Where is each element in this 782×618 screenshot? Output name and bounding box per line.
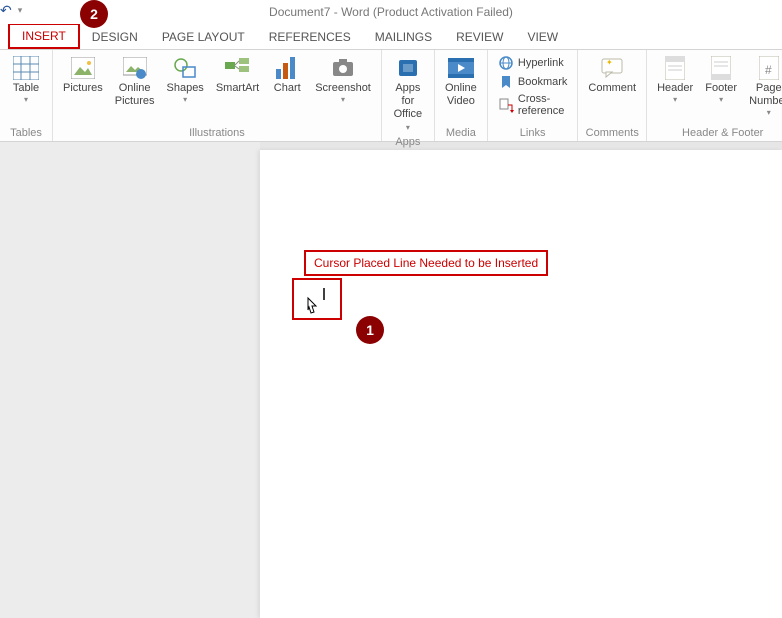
group-header-footer: Header ▾ Footer ▾ # PageNumber ▾ Header … xyxy=(647,50,782,141)
screenshot-label: Screenshot xyxy=(315,82,371,95)
group-label-header-footer: Header & Footer xyxy=(651,125,782,141)
group-label-comments: Comments xyxy=(582,125,642,141)
group-illustrations: Pictures OnlinePictures Shapes ▾ SmartAr… xyxy=(53,50,382,141)
cross-reference-icon xyxy=(498,97,514,113)
footer-icon xyxy=(705,54,737,82)
undo-icon[interactable]: ↶ xyxy=(0,2,12,19)
tab-view[interactable]: VIEW xyxy=(515,24,570,49)
group-label-illustrations: Illustrations xyxy=(57,125,377,141)
group-media: OnlineVideo Media xyxy=(435,50,488,141)
annotation-cursor-text: Cursor Placed Line Needed to be Inserted xyxy=(304,250,548,276)
cursor-icon xyxy=(302,284,332,314)
smartart-label: SmartArt xyxy=(216,82,259,95)
header-label: Header xyxy=(657,82,693,95)
document-page[interactable]: Cursor Placed Line Needed to be Inserted… xyxy=(260,150,782,618)
title-bar: ↶ ▾ Document7 - Word (Product Activation… xyxy=(0,0,782,24)
tab-references[interactable]: REFERENCES xyxy=(257,24,363,49)
tab-page-layout[interactable]: PAGE LAYOUT xyxy=(150,24,257,49)
table-label: Table xyxy=(13,82,39,95)
apps-icon xyxy=(392,54,424,82)
group-links: Hyperlink Bookmark Cross-reference Links xyxy=(488,50,579,141)
document-area: Cursor Placed Line Needed to be Inserted… xyxy=(0,142,782,618)
shapes-label: Shapes xyxy=(167,82,204,95)
online-pictures-icon xyxy=(119,54,151,82)
picture-icon xyxy=(67,54,99,82)
ribbon: Table ▾ Tables Pictures OnlinePictures S… xyxy=(0,50,782,142)
shapes-button[interactable]: Shapes ▾ xyxy=(161,52,210,104)
group-label-apps: Apps xyxy=(386,134,430,150)
cross-reference-button[interactable]: Cross-reference xyxy=(496,92,570,118)
page-number-label: PageNumber xyxy=(749,82,782,108)
tab-insert[interactable]: INSERT xyxy=(8,23,80,49)
footer-label: Footer xyxy=(705,82,737,95)
online-video-label: OnlineVideo xyxy=(445,82,477,108)
hyperlink-label: Hyperlink xyxy=(518,57,564,69)
header-button[interactable]: Header ▾ xyxy=(651,52,699,104)
smartart-icon xyxy=(222,54,254,82)
ribbon-tabs: INSERT DESIGN PAGE LAYOUT REFERENCES MAI… xyxy=(0,24,782,50)
group-tables: Table ▾ Tables xyxy=(0,50,53,141)
caret-icon: ▾ xyxy=(767,108,771,117)
tab-design[interactable]: DESIGN xyxy=(80,24,150,49)
annotation-badge-2: 2 xyxy=(80,0,108,28)
bookmark-label: Bookmark xyxy=(518,76,568,88)
smartart-button[interactable]: SmartArt xyxy=(210,52,265,95)
window-title: Document7 - Word (Product Activation Fai… xyxy=(269,5,513,19)
annotation-badge-1: 1 xyxy=(356,316,384,344)
comment-label: Comment xyxy=(588,82,636,95)
caret-icon: ▾ xyxy=(183,95,187,104)
comment-icon: ✦ xyxy=(596,54,628,82)
caret-icon: ▾ xyxy=(24,95,28,104)
cross-reference-label: Cross-reference xyxy=(518,93,568,117)
screenshot-icon xyxy=(327,54,359,82)
bookmark-icon xyxy=(498,74,514,90)
apps-for-office-button[interactable]: Apps forOffice ▾ xyxy=(386,52,430,134)
header-icon xyxy=(659,54,691,82)
hyperlink-icon xyxy=(498,55,514,71)
table-button[interactable]: Table ▾ xyxy=(4,52,48,104)
group-label-media: Media xyxy=(439,125,483,141)
group-apps: Apps forOffice ▾ Apps xyxy=(382,50,435,141)
bookmark-button[interactable]: Bookmark xyxy=(496,73,570,91)
online-pictures-button[interactable]: OnlinePictures xyxy=(109,52,161,108)
online-pictures-label: OnlinePictures xyxy=(115,82,155,108)
tab-review[interactable]: REVIEW xyxy=(444,24,515,49)
table-icon xyxy=(10,54,42,82)
apps-label: Apps forOffice ▾ xyxy=(392,82,424,134)
svg-text:✦: ✦ xyxy=(606,58,613,67)
chart-icon xyxy=(271,54,303,82)
group-label-links: Links xyxy=(492,125,574,141)
caret-icon: ▾ xyxy=(719,95,723,104)
tab-mailings[interactable]: MAILINGS xyxy=(363,24,444,49)
page-number-icon: # xyxy=(753,54,782,82)
annotation-cursor-box xyxy=(292,278,342,320)
hyperlink-button[interactable]: Hyperlink xyxy=(496,54,570,72)
screenshot-button[interactable]: Screenshot ▾ xyxy=(309,52,377,104)
pictures-label: Pictures xyxy=(63,82,103,95)
group-label-tables: Tables xyxy=(4,125,48,141)
shapes-icon xyxy=(169,54,201,82)
caret-icon: ▾ xyxy=(673,95,677,104)
caret-icon: ▾ xyxy=(341,95,345,104)
qat-dropdown-icon[interactable]: ▾ xyxy=(18,5,23,16)
online-video-button[interactable]: OnlineVideo xyxy=(439,52,483,108)
group-comments: ✦ Comment Comments xyxy=(578,50,647,141)
video-icon xyxy=(445,54,477,82)
pictures-button[interactable]: Pictures xyxy=(57,52,109,95)
svg-text:#: # xyxy=(765,63,772,77)
comment-button[interactable]: ✦ Comment xyxy=(582,52,642,95)
chart-label: Chart xyxy=(274,82,301,95)
navigation-pane xyxy=(0,142,260,618)
chart-button[interactable]: Chart xyxy=(265,52,309,95)
page-number-button[interactable]: # PageNumber ▾ xyxy=(743,52,782,117)
footer-button[interactable]: Footer ▾ xyxy=(699,52,743,104)
